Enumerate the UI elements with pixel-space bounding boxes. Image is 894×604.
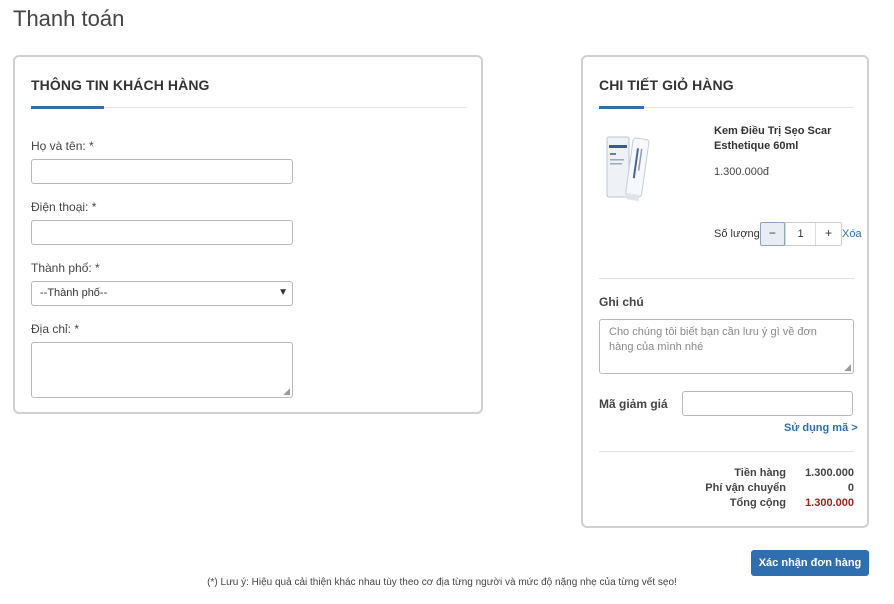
product-price: 1.300.000đ (714, 166, 770, 178)
quantity-input[interactable]: 1 (784, 223, 817, 245)
product-tube-image[interactable] (599, 135, 659, 205)
remove-item-link[interactable]: Xóa (842, 228, 862, 240)
coupon-label: Mã giảm giá (599, 397, 668, 411)
name-input[interactable] (31, 159, 293, 184)
cart-panel: CHI TIẾT GIỎ HÀNG Kem Điều Trị Sẹo Scar … (581, 55, 869, 528)
shipping-label: Phí vận chuyển (705, 482, 786, 494)
name-label: Họ và tên: * (31, 139, 94, 153)
note-placeholder: Cho chúng tôi biết bạn cần lưu ý gì về đ… (609, 326, 817, 353)
resize-grip-icon[interactable]: ◢ (844, 363, 851, 372)
phone-input[interactable] (31, 220, 293, 245)
shipping-row: Phí vận chuyển 0 (599, 482, 854, 496)
heading-accent-bar (599, 106, 644, 109)
city-label: Thành phố: * (31, 261, 100, 275)
confirm-order-button[interactable]: Xác nhận đơn hàng (751, 550, 869, 576)
shipping-value: 0 (847, 482, 854, 494)
decrease-quantity-button[interactable]: − (760, 222, 785, 246)
total-row: Tổng cộng 1.300.000 (599, 497, 854, 511)
cart-heading: CHI TIẾT GIỎ HÀNG (599, 77, 734, 93)
note-label: Ghi chú (599, 295, 644, 309)
section-divider (599, 278, 854, 279)
section-divider (599, 451, 854, 452)
subtotal-label: Tiền hàng (734, 467, 786, 479)
customer-info-heading: THÔNG TIN KHÁCH HÀNG (31, 77, 210, 93)
city-select[interactable]: --Thành phố-- ▼ (31, 281, 293, 306)
product-name[interactable]: Kem Điều Trị Sẹo Scar Esthetique 60ml (714, 124, 854, 154)
quantity-label: Số lượng: (714, 228, 763, 240)
note-textarea[interactable]: Cho chúng tôi biết bạn cần lưu ý gì về đ… (599, 319, 854, 374)
city-select-value: --Thành phố-- (40, 287, 108, 299)
page-title: Thanh toán (13, 6, 125, 31)
phone-label: Điện thoại: * (31, 200, 97, 214)
apply-coupon-link[interactable]: Sử dụng mã > (784, 422, 858, 434)
caret-down-icon: ▼ (278, 287, 288, 298)
subtotal-row: Tiền hàng 1.300.000 (599, 467, 854, 481)
address-textarea[interactable]: ◢ (31, 342, 293, 398)
total-label: Tổng cộng (729, 497, 786, 509)
subtotal-value: 1.300.000 (805, 467, 854, 479)
customer-info-panel: THÔNG TIN KHÁCH HÀNG Họ và tên: * Điện t… (13, 55, 483, 414)
quantity-stepper: − 1 + (760, 222, 842, 246)
coupon-input[interactable] (682, 391, 853, 416)
total-value: 1.300.000 (805, 497, 854, 509)
footer-note: (*) Lưu ý: Hiệu quả cải thiện khác nhau … (207, 577, 677, 588)
address-label: Địa chỉ: * (31, 322, 80, 336)
resize-grip-icon[interactable]: ◢ (283, 387, 290, 396)
heading-accent-bar (31, 106, 104, 109)
increase-quantity-button[interactable]: + (816, 223, 841, 245)
